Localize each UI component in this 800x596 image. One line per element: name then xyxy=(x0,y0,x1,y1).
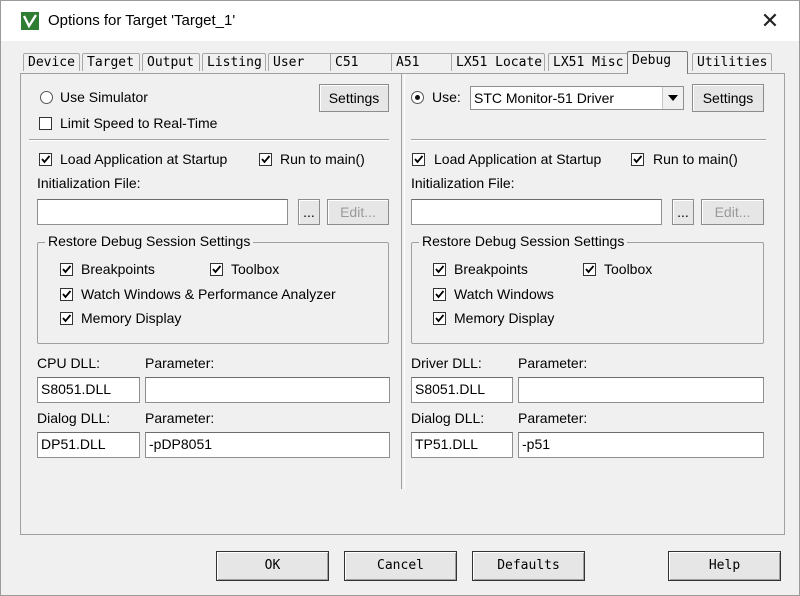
right-watch-checkbox[interactable] xyxy=(433,288,446,301)
left-toolbox-checkbox[interactable] xyxy=(210,263,223,276)
tab-lx51-misc[interactable]: LX51 Misc xyxy=(548,53,628,71)
tab-debug[interactable]: Debug xyxy=(627,51,688,74)
close-icon[interactable]: ✕ xyxy=(753,7,787,35)
title-bar: Options for Target 'Target_1' ✕ xyxy=(1,1,799,41)
panel-divider xyxy=(401,74,405,489)
chevron-down-icon[interactable] xyxy=(662,87,683,109)
use-simulator-label: Use Simulator xyxy=(60,89,148,105)
left-init-file-label: Initialization File: xyxy=(37,175,141,191)
driver-select-value: STC Monitor-51 Driver xyxy=(474,90,615,106)
right-dialog-param-label: Parameter: xyxy=(518,410,588,426)
tab-target[interactable]: Target xyxy=(82,53,140,71)
right-init-file-label: Initialization File: xyxy=(411,175,515,191)
driver-param-input[interactable] xyxy=(518,377,764,403)
driver-dll-label: Driver DLL: xyxy=(411,355,482,371)
right-restore-title: Restore Debug Session Settings xyxy=(419,233,628,249)
help-button[interactable]: Help xyxy=(668,551,781,581)
left-init-file-input[interactable] xyxy=(37,199,288,225)
left-run-to-main-checkbox[interactable] xyxy=(259,153,272,166)
right-load-app-checkbox[interactable] xyxy=(412,153,425,166)
dialog-param-input[interactable]: -pDP8051 xyxy=(145,432,390,458)
use-simulator-radio[interactable] xyxy=(40,91,53,104)
left-watch-label: Watch Windows & Performance Analyzer xyxy=(81,286,336,302)
cpu-dll-input[interactable]: S8051.DLL xyxy=(37,377,140,403)
left-watch-checkbox[interactable] xyxy=(60,288,73,301)
left-load-app-checkbox[interactable] xyxy=(39,153,52,166)
dialog-title: Options for Target 'Target_1' xyxy=(48,12,236,29)
options-dialog: Options for Target 'Target_1' ✕ Device T… xyxy=(0,0,800,596)
left-breakpoints-label: Breakpoints xyxy=(81,261,155,277)
tab-output[interactable]: Output xyxy=(142,53,200,71)
driver-select[interactable]: STC Monitor-51 Driver xyxy=(470,86,684,110)
right-toolbox-checkbox[interactable] xyxy=(583,263,596,276)
left-load-app-label: Load Application at Startup xyxy=(60,151,228,167)
tab-device[interactable]: Device xyxy=(23,53,80,71)
right-memory-checkbox[interactable] xyxy=(433,312,446,325)
driver-param-label: Parameter: xyxy=(518,355,588,371)
left-browse-button[interactable]: ... xyxy=(298,199,320,225)
right-run-to-main-checkbox[interactable] xyxy=(631,153,644,166)
right-browse-button[interactable]: ... xyxy=(672,199,694,225)
tab-listing[interactable]: Listing xyxy=(202,53,266,71)
driver-settings-button[interactable]: Settings xyxy=(692,84,764,112)
use-driver-radio[interactable] xyxy=(411,91,424,104)
tab-lx51-locate[interactable]: LX51 Locate xyxy=(451,53,545,71)
right-run-to-main-label: Run to main() xyxy=(653,151,738,167)
driver-dll-input[interactable]: S8051.DLL xyxy=(411,377,513,403)
right-watch-label: Watch Windows xyxy=(454,286,554,302)
right-init-file-input[interactable] xyxy=(411,199,662,225)
keil-app-icon xyxy=(21,12,39,30)
right-breakpoints-label: Breakpoints xyxy=(454,261,528,277)
right-toolbox-label: Toolbox xyxy=(604,261,653,277)
ok-button[interactable]: OK xyxy=(216,551,329,581)
use-driver-label: Use: xyxy=(432,89,461,105)
tab-bar: Device Target Output Listing User C51 A5… xyxy=(23,51,783,74)
limit-speed-label: Limit Speed to Real-Time xyxy=(60,115,218,131)
right-edit-button[interactable]: Edit... xyxy=(701,199,764,225)
dialog-dll-label: Dialog DLL: xyxy=(37,410,111,426)
cpu-dll-label: CPU DLL: xyxy=(37,355,101,371)
simulator-settings-button[interactable]: Settings xyxy=(319,84,389,112)
right-dialog-param-input[interactable]: -p51 xyxy=(518,432,764,458)
left-memory-label: Memory Display xyxy=(81,310,182,326)
cpu-param-input[interactable] xyxy=(145,377,390,403)
left-toolbox-label: Toolbox xyxy=(231,261,280,277)
cpu-param-label: Parameter: xyxy=(145,355,215,371)
right-memory-label: Memory Display xyxy=(454,310,555,326)
limit-speed-checkbox[interactable] xyxy=(39,117,52,130)
dialog-param-label: Parameter: xyxy=(145,410,215,426)
dialog-dll-input[interactable]: DP51.DLL xyxy=(37,432,140,458)
defaults-button[interactable]: Defaults xyxy=(472,551,585,581)
left-separator xyxy=(29,139,389,141)
right-dialog-dll-input[interactable]: TP51.DLL xyxy=(411,432,513,458)
left-restore-title: Restore Debug Session Settings xyxy=(45,233,254,249)
right-separator xyxy=(411,139,766,141)
cancel-button[interactable]: Cancel xyxy=(344,551,457,581)
right-load-app-label: Load Application at Startup xyxy=(434,151,602,167)
left-memory-checkbox[interactable] xyxy=(60,312,73,325)
left-breakpoints-checkbox[interactable] xyxy=(60,263,73,276)
left-edit-button[interactable]: Edit... xyxy=(327,199,389,225)
left-run-to-main-label: Run to main() xyxy=(280,151,365,167)
right-dialog-dll-label: Dialog DLL: xyxy=(411,410,485,426)
tab-utilities[interactable]: Utilities xyxy=(692,53,772,71)
debug-panel: Use Simulator Settings Limit Speed to Re… xyxy=(20,73,785,535)
right-breakpoints-checkbox[interactable] xyxy=(433,263,446,276)
